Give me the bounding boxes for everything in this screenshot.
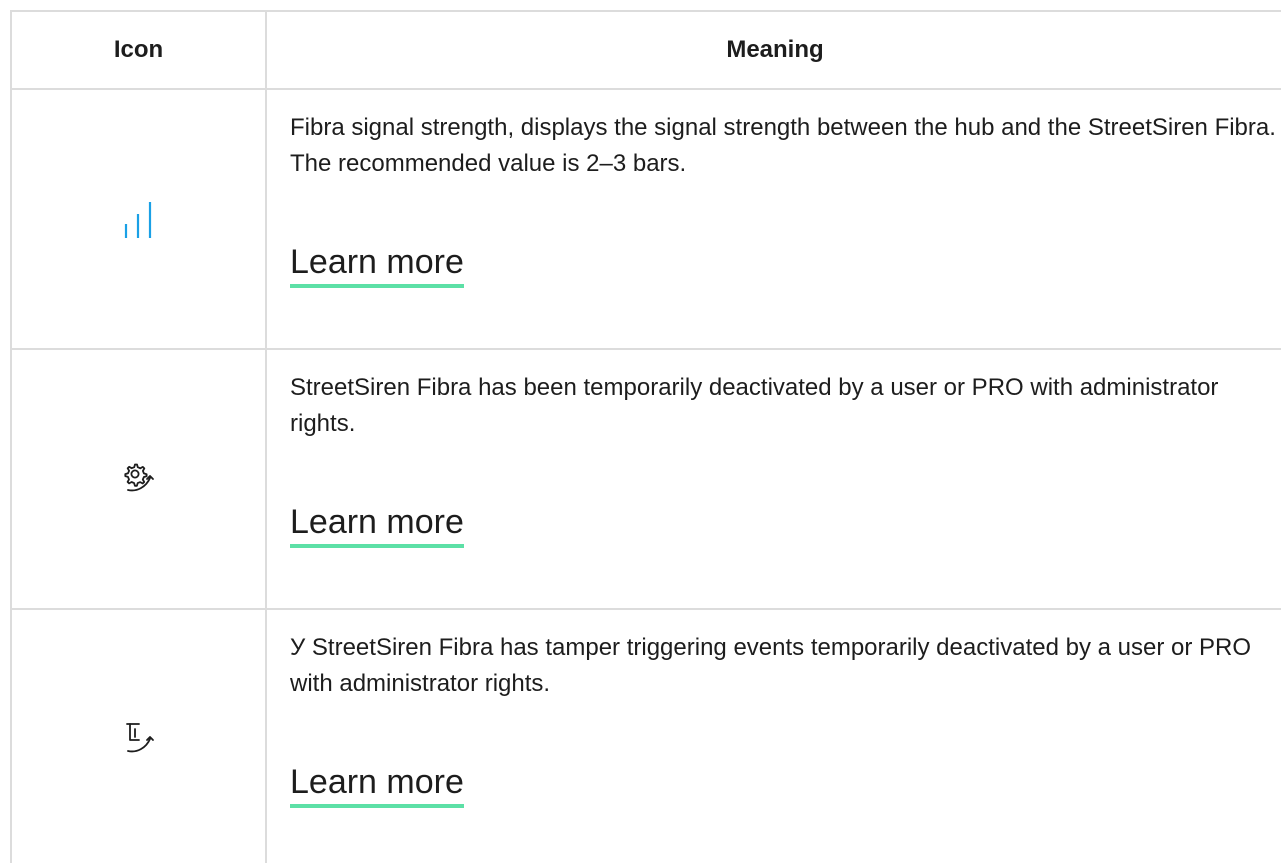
icons-table: Icon Meaning Fibra signal strength, disp… bbox=[10, 10, 1281, 863]
table-row: Fibra signal strength, displays the sign… bbox=[12, 90, 1281, 350]
row-description: StreetSiren Fibra has been temporarily d… bbox=[290, 374, 1219, 437]
tamper-deactivated-icon bbox=[119, 718, 159, 758]
table-header-row: Icon Meaning bbox=[12, 12, 1281, 90]
icon-cell bbox=[12, 610, 267, 863]
icon-cell bbox=[12, 90, 267, 348]
learn-more-link[interactable]: Learn more bbox=[290, 240, 464, 288]
table-row: У StreetSiren Fibra has tamper triggerin… bbox=[12, 610, 1281, 863]
icon-cell bbox=[12, 350, 267, 608]
meaning-cell: StreetSiren Fibra has been temporarily d… bbox=[267, 350, 1281, 608]
header-icon-cell: Icon bbox=[12, 12, 267, 88]
learn-more-link[interactable]: Learn more bbox=[290, 500, 464, 548]
header-meaning-cell: Meaning bbox=[267, 12, 1281, 88]
header-meaning-label: Meaning bbox=[726, 36, 824, 63]
row-description: У StreetSiren Fibra has tamper triggerin… bbox=[290, 634, 1252, 697]
meaning-cell: У StreetSiren Fibra has tamper triggerin… bbox=[267, 610, 1281, 863]
table-row: StreetSiren Fibra has been temporarily d… bbox=[12, 350, 1281, 610]
gear-deactivated-icon bbox=[119, 459, 159, 499]
learn-more-link[interactable]: Learn more bbox=[290, 760, 464, 808]
row-description: Fibra signal strength, displays the sign… bbox=[290, 114, 1276, 177]
meaning-cell: Fibra signal strength, displays the sign… bbox=[267, 90, 1281, 348]
signal-strength-icon bbox=[122, 198, 156, 240]
header-icon-label: Icon bbox=[113, 36, 164, 63]
